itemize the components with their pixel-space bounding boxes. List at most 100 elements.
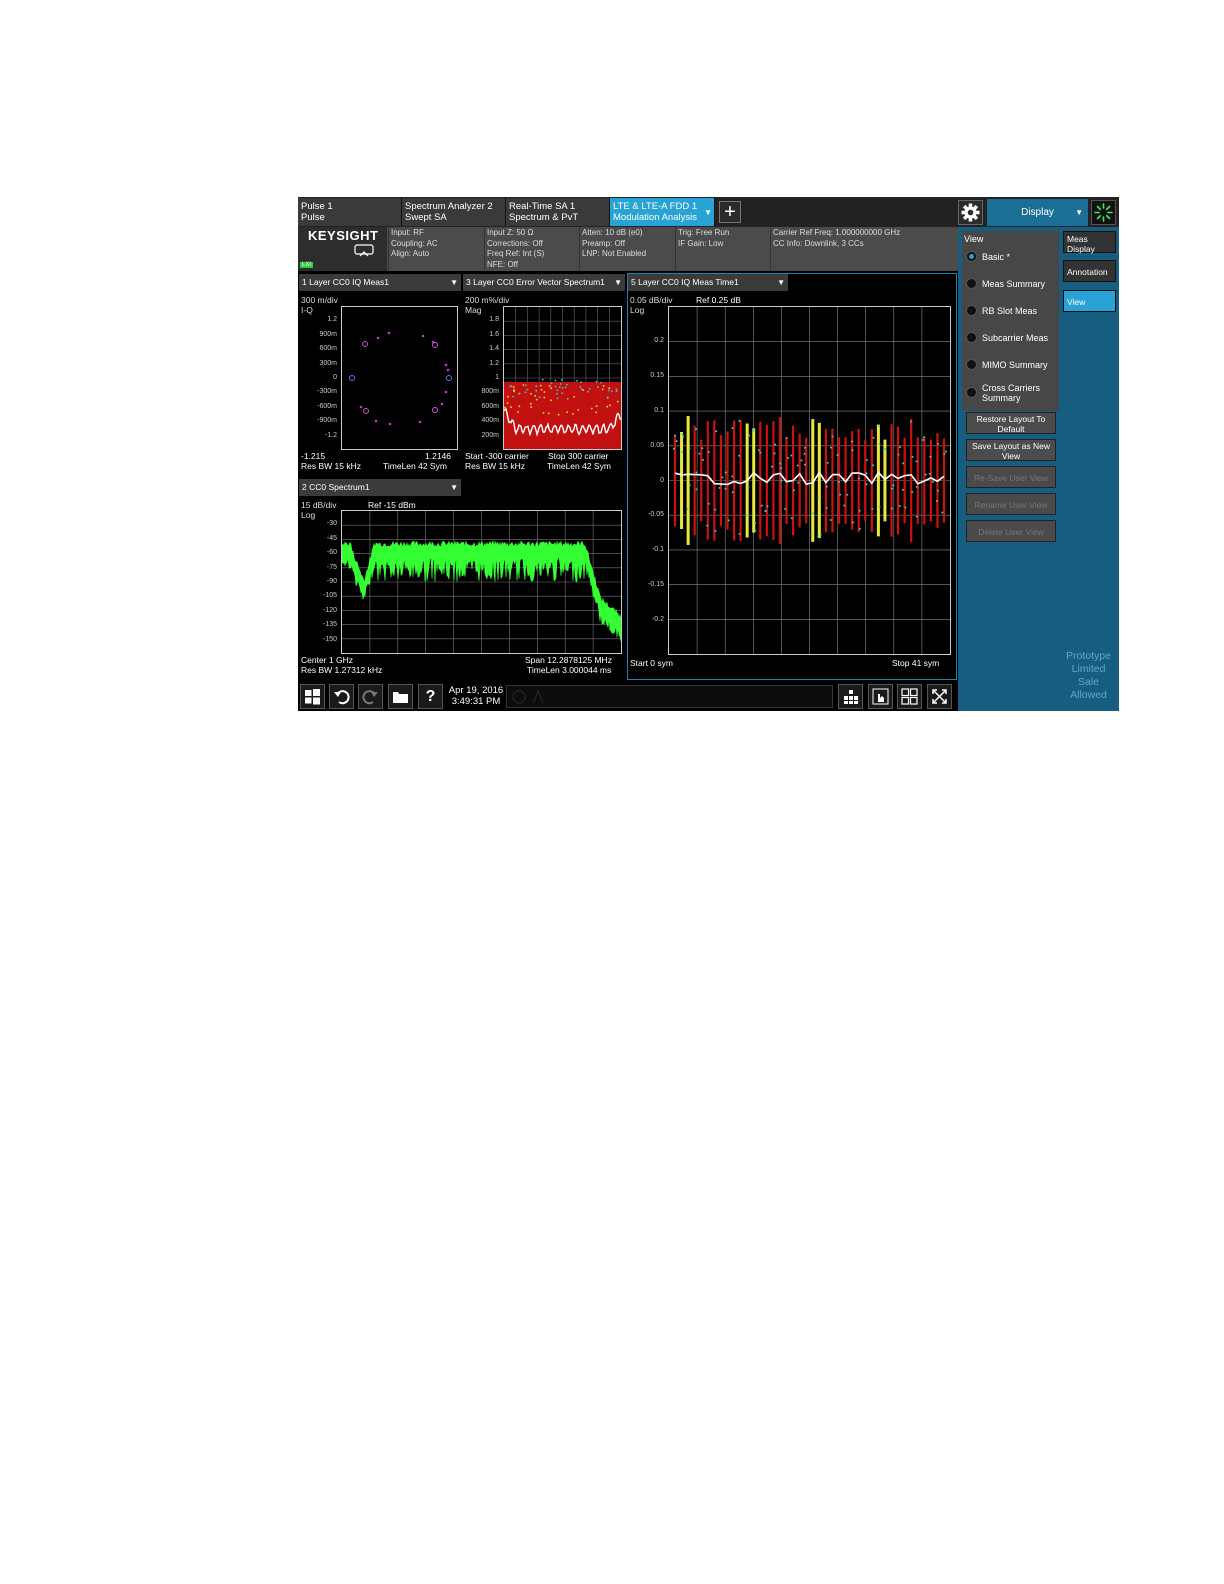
evm-point — [582, 389, 585, 391]
view-option-label[interactable]: RB Slot Meas — [982, 306, 1037, 316]
window-title[interactable]: 2 CC0 Spectrum1 ▼ — [299, 479, 461, 496]
window-spectrum[interactable]: 2 CC0 Spectrum1 ▼ 15 dB/div Ref -15 dBm L… — [299, 479, 625, 679]
window-error-vector-spectrum[interactable]: 3 Layer CC0 Error Vector Spectrum1 ▼ 200 … — [463, 274, 625, 477]
tab-spectrum-analyzer[interactable]: Spectrum Analyzer 2 Swept SA — [402, 198, 506, 226]
evm-point — [559, 386, 561, 389]
evm-point — [543, 391, 546, 393]
chevron-down-icon[interactable]: ▼ — [450, 479, 458, 496]
window-title[interactable]: 5 Layer CC0 IQ Meas Time1 ▼ — [628, 274, 788, 291]
y-tick-label: -30 — [326, 520, 337, 528]
tab-annotation[interactable]: Annotation — [1063, 260, 1116, 282]
info-input[interactable]: Input: RF Coupling: AC Align: Auto — [388, 227, 484, 271]
y-tick-label: 600m — [481, 402, 499, 410]
undo-icon[interactable] — [329, 684, 354, 709]
view-option-label[interactable]: Subcarrier Meas — [982, 333, 1048, 343]
tab-dropdown-icon[interactable]: ▼ — [704, 207, 712, 218]
y-tick-label: -45 — [326, 534, 337, 542]
display-label: Display — [1021, 207, 1054, 218]
evm-point — [579, 385, 582, 388]
symbol-point — [738, 532, 741, 535]
info-text: Align: Auto — [391, 249, 430, 258]
info-input-z[interactable]: Input Z: 50 Ω Corrections: Off Freq Ref:… — [484, 227, 579, 271]
tab-sublabel: Pulse — [301, 212, 325, 223]
settings-gear-icon[interactable] — [958, 200, 983, 225]
apps-grid-icon[interactable] — [838, 684, 863, 709]
info-trigger[interactable]: Trig: Free Run IF Gain: Low — [675, 227, 770, 271]
evm-point — [538, 396, 541, 399]
windows-start-icon[interactable] — [300, 684, 325, 709]
window-iq-meas-time[interactable]: 5 Layer CC0 IQ Meas Time1 ▼ 0.05 dB/div R… — [627, 273, 957, 680]
multi-window-icon[interactable] — [897, 684, 922, 709]
radio-icon[interactable] — [966, 278, 977, 289]
y-tick-label: 0.1 — [654, 406, 664, 414]
iq-time-plot[interactable] — [668, 306, 951, 655]
evm-point — [559, 383, 562, 385]
tab-lte-modulation[interactable]: LTE & LTE-A FDD 1 Modulation Analysis ▼ — [610, 198, 715, 226]
window-title[interactable]: 3 Layer CC0 Error Vector Spectrum1 ▼ — [463, 274, 625, 291]
y-tick-label: -150 — [322, 635, 337, 643]
symbol-point — [681, 433, 684, 436]
radio-icon[interactable] — [966, 332, 977, 343]
evm-point — [556, 397, 559, 400]
symbol-point — [785, 436, 788, 439]
add-tab-button[interactable]: + — [719, 201, 741, 223]
folder-icon[interactable] — [388, 684, 413, 709]
evm-point — [610, 390, 613, 393]
view-option-label[interactable]: Cross Carriers Summary — [982, 383, 1052, 403]
evm-point — [554, 379, 557, 382]
radio-icon[interactable] — [966, 305, 977, 316]
radio-selected-icon[interactable] — [966, 251, 977, 262]
restore-layout-button[interactable]: Restore Layout To Default — [966, 412, 1056, 434]
window-title[interactable]: 1 Layer CC0 IQ Meas1 ▼ — [299, 274, 461, 291]
y-tick-label: 0.15 — [650, 371, 664, 379]
constellation-plot[interactable] — [341, 306, 458, 450]
tab-view[interactable]: View — [1063, 290, 1116, 312]
evm-band — [504, 382, 621, 449]
chevron-down-icon[interactable]: ▼ — [614, 274, 622, 291]
rename-user-view-button[interactable]: Rename User View — [966, 493, 1056, 515]
reference-level: Ref -15 dBm — [368, 500, 416, 510]
control-side-panel: View Basic * Meas Summary RB Slot Meas S… — [958, 227, 1119, 711]
symbol-point — [731, 475, 734, 478]
save-layout-button[interactable]: Save Layout as New View — [966, 439, 1056, 461]
info-carrier[interactable]: Carrier Ref Freq: 1.000000000 GHz CC Inf… — [770, 227, 959, 271]
tab-real-time-sa[interactable]: Real-Time SA 1 Spectrum & PvT — [506, 198, 610, 226]
evm-spectrum-plot[interactable] — [503, 306, 622, 450]
resave-user-view-button[interactable]: Re-Save User View — [966, 466, 1056, 488]
info-atten[interactable]: Atten: 10 dB (e0) Preamp: Off LNP: Not E… — [579, 227, 675, 271]
window-iq-meas[interactable]: 1 Layer CC0 IQ Meas1 ▼ 300 m/div I-Q 1.2 9… — [299, 274, 461, 477]
tab-meas-display[interactable]: Meas Display — [1063, 231, 1116, 254]
evm-point — [602, 385, 605, 387]
evm-point — [601, 388, 604, 391]
radio-icon[interactable] — [966, 387, 977, 398]
radio-icon[interactable] — [966, 359, 977, 370]
symbol-point — [898, 504, 901, 507]
view-option-label[interactable]: Meas Summary — [982, 279, 1045, 289]
search-input[interactable] — [506, 685, 833, 708]
symbol-point — [721, 476, 724, 479]
view-option-label[interactable]: Basic * — [982, 252, 1010, 262]
display-menu-button[interactable]: Display ▼ — [987, 199, 1088, 226]
spectrum-plot[interactable] — [341, 510, 622, 654]
evm-point — [513, 390, 515, 393]
tab-pulse[interactable]: Pulse 1 Pulse — [298, 198, 402, 226]
symbol-point — [787, 456, 790, 459]
evm-point — [530, 393, 532, 395]
help-button[interactable]: ? — [418, 684, 443, 709]
symbol-point — [929, 455, 932, 458]
redo-icon[interactable] — [358, 684, 383, 709]
symbol-point — [727, 519, 730, 522]
evm-point — [540, 388, 543, 391]
view-option-label[interactable]: MIMO Summary — [982, 360, 1048, 370]
chevron-down-icon[interactable]: ▼ — [777, 274, 785, 291]
delete-user-view-button[interactable]: Delete User View — [966, 520, 1056, 542]
symbol-point — [916, 515, 919, 518]
keysight-logo[interactable]: KEYSIGHT LXI — [298, 227, 387, 271]
symbol-point — [810, 533, 813, 536]
maximize-window-icon[interactable] — [927, 684, 952, 709]
symbol-point — [759, 451, 762, 454]
y-tick-label: 1.2 — [327, 316, 337, 324]
touch-gesture-icon[interactable] — [868, 684, 893, 709]
chevron-down-icon[interactable]: ▼ — [450, 274, 458, 291]
evm-point — [522, 384, 525, 386]
